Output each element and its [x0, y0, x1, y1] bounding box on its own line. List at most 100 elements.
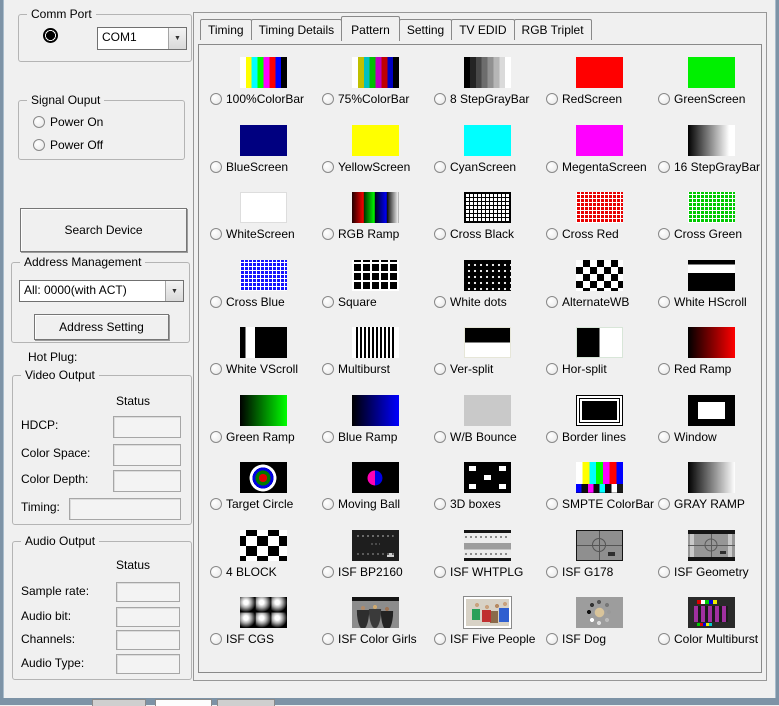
pattern-radio[interactable]	[322, 228, 334, 240]
address-setting-button[interactable]: Address Setting	[34, 314, 169, 340]
pattern-radio[interactable]	[434, 228, 446, 240]
search-device-button[interactable]: Search Device	[20, 208, 187, 252]
pattern-radio[interactable]	[322, 93, 334, 105]
pattern-option[interactable]: White HScroll	[658, 295, 767, 309]
pattern-radio[interactable]	[658, 431, 670, 443]
pattern-radio[interactable]	[658, 363, 670, 375]
pattern-radio[interactable]	[210, 93, 222, 105]
pattern-option[interactable]: BlueScreen	[210, 160, 319, 174]
pattern-radio[interactable]	[434, 161, 446, 173]
pattern-option[interactable]: Hor-split	[546, 362, 655, 376]
pattern-option[interactable]: W/B Bounce	[434, 430, 543, 444]
pattern-radio[interactable]	[546, 431, 558, 443]
pattern-radio[interactable]	[434, 431, 446, 443]
pattern-option[interactable]: Color Multiburst	[658, 632, 767, 646]
pattern-option[interactable]: CyanScreen	[434, 160, 543, 174]
pattern-option[interactable]: RGB Ramp	[322, 227, 431, 241]
pattern-radio[interactable]	[546, 296, 558, 308]
pattern-option[interactable]: SMPTE ColorBar	[546, 497, 655, 511]
tab-setting[interactable]: Setting	[399, 19, 452, 40]
tab-timing[interactable]: Timing	[200, 19, 252, 40]
pattern-option[interactable]: Ver-split	[434, 362, 543, 376]
power-off-radio[interactable]	[33, 139, 45, 151]
pattern-option[interactable]: AlternateWB	[546, 295, 655, 309]
pattern-radio[interactable]	[434, 566, 446, 578]
pattern-option[interactable]: ISF Dog	[546, 632, 655, 646]
pattern-option[interactable]: Square	[322, 295, 431, 309]
pattern-option[interactable]: Red Ramp	[658, 362, 767, 376]
pattern-option[interactable]: Border lines	[546, 430, 655, 444]
tab-pattern[interactable]: Pattern	[341, 16, 400, 41]
pattern-radio[interactable]	[434, 93, 446, 105]
pattern-option[interactable]: Cross Red	[546, 227, 655, 241]
pattern-radio[interactable]	[546, 633, 558, 645]
pattern-option[interactable]: Window	[658, 430, 767, 444]
tab-rgb-triplet[interactable]: RGB Triplet	[514, 19, 592, 40]
pattern-option[interactable]: Green Ramp	[210, 430, 319, 444]
pattern-option[interactable]: ISF CGS	[210, 632, 319, 646]
pattern-radio[interactable]	[210, 431, 222, 443]
pattern-radio[interactable]	[210, 161, 222, 173]
pattern-radio[interactable]	[210, 296, 222, 308]
pattern-radio[interactable]	[658, 296, 670, 308]
pattern-option[interactable]: ISF Five People	[434, 632, 543, 646]
pattern-option[interactable]: Target Circle	[210, 497, 319, 511]
chevron-down-icon[interactable]: ▼	[168, 28, 186, 49]
pattern-option[interactable]: 100%ColorBar	[210, 92, 319, 106]
pattern-radio[interactable]	[322, 633, 334, 645]
pattern-option[interactable]: YellowScreen	[322, 160, 431, 174]
pattern-radio[interactable]	[434, 498, 446, 510]
pattern-option[interactable]: Multiburst	[322, 362, 431, 376]
pattern-radio[interactable]	[434, 296, 446, 308]
pattern-option[interactable]: GRAY RAMP	[658, 497, 767, 511]
pattern-radio[interactable]	[546, 93, 558, 105]
pattern-option[interactable]: WhiteScreen	[210, 227, 319, 241]
chevron-down-icon[interactable]: ▼	[165, 281, 183, 301]
pattern-radio[interactable]	[658, 566, 670, 578]
power-on-option[interactable]: Power On	[33, 115, 103, 129]
pattern-radio[interactable]	[658, 633, 670, 645]
pattern-option[interactable]: GreenScreen	[658, 92, 767, 106]
tab-tv-edid[interactable]: TV EDID	[451, 19, 514, 40]
pattern-radio[interactable]	[210, 633, 222, 645]
pattern-radio[interactable]	[658, 161, 670, 173]
pattern-option[interactable]: Blue Ramp	[322, 430, 431, 444]
power-off-option[interactable]: Power Off	[33, 138, 103, 152]
pattern-option[interactable]: 4 BLOCK	[210, 565, 319, 579]
pattern-radio[interactable]	[434, 363, 446, 375]
pattern-option[interactable]: ISF Geometry	[658, 565, 767, 579]
pattern-radio[interactable]	[546, 161, 558, 173]
pattern-radio[interactable]	[322, 296, 334, 308]
pattern-option[interactable]: ISF G178	[546, 565, 655, 579]
pattern-option[interactable]: 3D boxes	[434, 497, 543, 511]
pattern-radio[interactable]	[322, 161, 334, 173]
pattern-option[interactable]: 8 StepGrayBar	[434, 92, 543, 106]
pattern-radio[interactable]	[546, 498, 558, 510]
pattern-option[interactable]: RedScreen	[546, 92, 655, 106]
pattern-radio[interactable]	[210, 363, 222, 375]
power-on-radio[interactable]	[33, 116, 45, 128]
tab-timing-details[interactable]: Timing Details	[251, 19, 343, 40]
pattern-radio[interactable]	[322, 363, 334, 375]
pattern-radio[interactable]	[322, 431, 334, 443]
pattern-option[interactable]: 75%ColorBar	[322, 92, 431, 106]
com-port-select[interactable]: COM1 ▼	[97, 27, 187, 50]
pattern-option[interactable]: ISF Color Girls	[322, 632, 431, 646]
pattern-radio[interactable]	[658, 228, 670, 240]
pattern-radio[interactable]	[210, 228, 222, 240]
pattern-radio[interactable]	[658, 498, 670, 510]
pattern-radio[interactable]	[546, 228, 558, 240]
pattern-option[interactable]: Cross Black	[434, 227, 543, 241]
pattern-radio[interactable]	[210, 566, 222, 578]
pattern-radio[interactable]	[658, 93, 670, 105]
pattern-radio[interactable]	[546, 566, 558, 578]
pattern-option[interactable]: 16 StepGrayBar	[658, 160, 767, 174]
pattern-option[interactable]: White dots	[434, 295, 543, 309]
pattern-option[interactable]: ISF BP2160	[322, 565, 431, 579]
pattern-option[interactable]: MegentaScreen	[546, 160, 655, 174]
pattern-radio[interactable]	[210, 498, 222, 510]
pattern-radio[interactable]	[322, 498, 334, 510]
pattern-option[interactable]: ISF WHTPLG	[434, 565, 543, 579]
pattern-radio[interactable]	[322, 566, 334, 578]
pattern-radio[interactable]	[434, 633, 446, 645]
